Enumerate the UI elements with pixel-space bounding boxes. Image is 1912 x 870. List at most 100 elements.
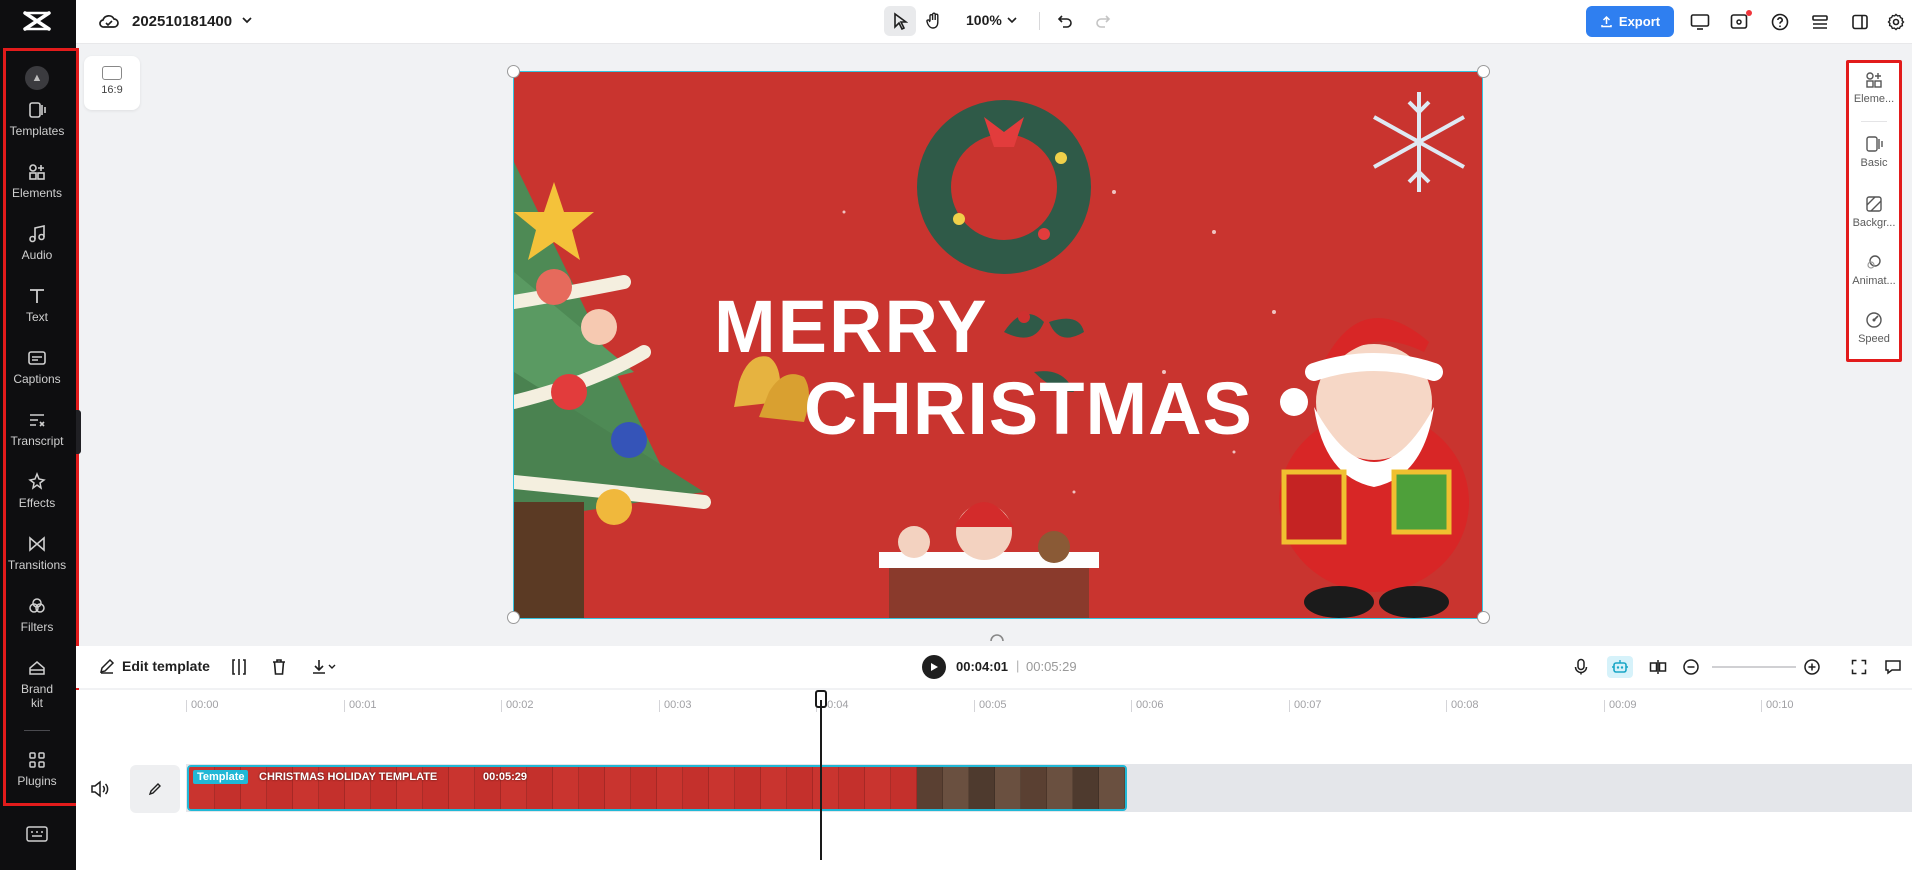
zoom-level: 100% xyxy=(966,12,1002,28)
comment-icon xyxy=(1885,660,1901,675)
redo-icon xyxy=(1096,15,1111,28)
ruler-tick: 00:08 xyxy=(1446,700,1479,712)
ruler-tick: 00:07 xyxy=(1289,700,1322,712)
properties-panel: Eleme... Basic Backgr... Animat... Speed xyxy=(1846,60,1902,362)
panel-item-animation[interactable]: Animat... xyxy=(1849,253,1899,287)
panel-item-label: Animat... xyxy=(1852,275,1896,287)
undo-button[interactable] xyxy=(1049,6,1081,36)
pencil-icon xyxy=(148,783,161,796)
panel-item-elements[interactable]: Eleme... xyxy=(1849,71,1899,105)
play-icon xyxy=(931,663,938,671)
undo-icon xyxy=(1057,15,1072,28)
fit-timeline-button[interactable] xyxy=(1848,656,1870,678)
export-button[interactable]: Export xyxy=(1586,6,1674,37)
current-time: 00:04:01 xyxy=(956,659,1009,674)
zoom-dropdown[interactable]: 100% xyxy=(966,12,1018,28)
cloud-sync-icon[interactable] xyxy=(98,12,120,30)
resize-handle-top-right[interactable] xyxy=(1477,65,1490,78)
editor-app: ▲ Templates Elements Audio Text Captions… xyxy=(0,0,1912,870)
microphone-icon xyxy=(1574,658,1588,675)
download-dropdown[interactable] xyxy=(306,656,342,678)
panel-item-label: Eleme... xyxy=(1853,93,1895,105)
chevron-down-icon xyxy=(1007,17,1017,24)
zoom-in-icon xyxy=(1804,659,1820,675)
layers-icon xyxy=(1812,15,1828,29)
project-title[interactable]: 202510181400 xyxy=(132,13,232,30)
ruler-tick: 00:01 xyxy=(344,700,377,712)
notification-badge-dot xyxy=(1746,10,1752,16)
app-logo[interactable] xyxy=(22,10,52,32)
play-button[interactable] xyxy=(922,655,946,679)
split-icon xyxy=(232,659,246,675)
timeline-toolbar: Edit template 00:04:01 | 00:05:29 xyxy=(76,646,1912,688)
ai-robot-icon xyxy=(1612,660,1628,673)
template-clip[interactable]: Template CHRISTMAS HOLIDAY TEMPLATE 00:0… xyxy=(187,765,1127,811)
track-edit-button[interactable] xyxy=(130,765,180,813)
total-duration: 00:05:29 xyxy=(1026,659,1077,674)
rotate-icon[interactable] xyxy=(988,632,1006,642)
ruler-tick: 00:03 xyxy=(659,700,692,712)
delete-button[interactable] xyxy=(268,656,290,678)
panel-item-speed[interactable]: Speed xyxy=(1849,311,1899,345)
zoom-out-button[interactable] xyxy=(1680,656,1702,678)
zoom-out-icon xyxy=(1683,659,1699,675)
timeline-tracks: Template CHRISTMAS HOLIDAY TEMPLATE 00:0… xyxy=(76,714,1912,870)
upload-icon xyxy=(1601,15,1612,28)
help-icon xyxy=(1771,13,1789,31)
download-icon xyxy=(313,660,325,674)
clip-duration: 00:05:29 xyxy=(483,771,528,783)
monitor-icon xyxy=(1690,14,1710,30)
clip-name: CHRISTMAS HOLIDAY TEMPLATE xyxy=(259,771,438,783)
panel-item-label: Speed xyxy=(1858,333,1890,345)
edit-template-button[interactable]: Edit template xyxy=(98,657,210,675)
edit-icon xyxy=(99,658,115,674)
clip-template-badge: Template xyxy=(193,770,249,784)
zoom-in-button[interactable] xyxy=(1801,656,1823,678)
panel-item-basic[interactable]: Basic xyxy=(1849,135,1899,169)
highlight-outline xyxy=(3,48,79,806)
playhead-line[interactable] xyxy=(820,700,822,860)
hand-icon xyxy=(926,12,939,29)
timeline-ruler[interactable]: 00:00 00:01 00:02 00:03 00:04 00:05 00:0… xyxy=(76,690,1912,714)
sidebar-resize-handle[interactable] xyxy=(76,410,81,454)
snap-split-button[interactable] xyxy=(1647,656,1669,678)
animation-icon xyxy=(1867,255,1881,269)
speed-icon xyxy=(1866,312,1882,328)
toggle-panel-button[interactable] xyxy=(1848,10,1872,34)
gear-icon xyxy=(1887,13,1905,31)
aspect-ratio-icon xyxy=(102,66,122,80)
aspect-ratio-button[interactable]: 16:9 xyxy=(84,56,140,110)
timeline-zoom-slider[interactable] xyxy=(1712,666,1796,668)
panel-item-label: Basic xyxy=(1860,157,1888,169)
split-button[interactable] xyxy=(228,656,250,678)
hand-tool-button[interactable] xyxy=(918,6,950,36)
left-sidebar: ▲ Templates Elements Audio Text Captions… xyxy=(0,0,79,870)
resize-handle-bottom-left[interactable] xyxy=(507,611,520,624)
edit-template-label: Edit template xyxy=(122,658,210,674)
ruler-tick: 00:05 xyxy=(974,700,1007,712)
ruler-tick: 00:10 xyxy=(1761,700,1794,712)
export-label: Export xyxy=(1618,14,1661,29)
side-panel-icon xyxy=(1852,14,1868,30)
settings-button[interactable] xyxy=(1884,10,1908,34)
redo-button[interactable] xyxy=(1087,6,1119,36)
help-button[interactable] xyxy=(1768,10,1792,34)
panel-item-background[interactable]: Backgr... xyxy=(1849,195,1899,229)
timeline-comments-button[interactable] xyxy=(1882,656,1904,678)
pointer-icon xyxy=(894,12,908,30)
ai-feature-button[interactable] xyxy=(1607,656,1633,678)
volume-icon[interactable] xyxy=(90,780,110,798)
time-separator: | xyxy=(1016,658,1020,673)
record-voice-button[interactable] xyxy=(1570,656,1592,678)
toolbar-divider xyxy=(1039,12,1040,30)
present-screen-button[interactable] xyxy=(1688,10,1712,34)
select-tool-button[interactable] xyxy=(884,6,916,36)
layers-button[interactable] xyxy=(1808,10,1832,34)
resize-handle-bottom-right[interactable] xyxy=(1477,611,1490,624)
resize-handle-top-left[interactable] xyxy=(507,65,520,78)
chevron-down-icon xyxy=(328,664,336,669)
keyboard-shortcuts-icon[interactable] xyxy=(26,826,48,842)
notifications-button[interactable] xyxy=(1728,10,1752,34)
panel-item-label: Backgr... xyxy=(1852,217,1896,229)
chevron-down-icon[interactable] xyxy=(240,13,254,27)
